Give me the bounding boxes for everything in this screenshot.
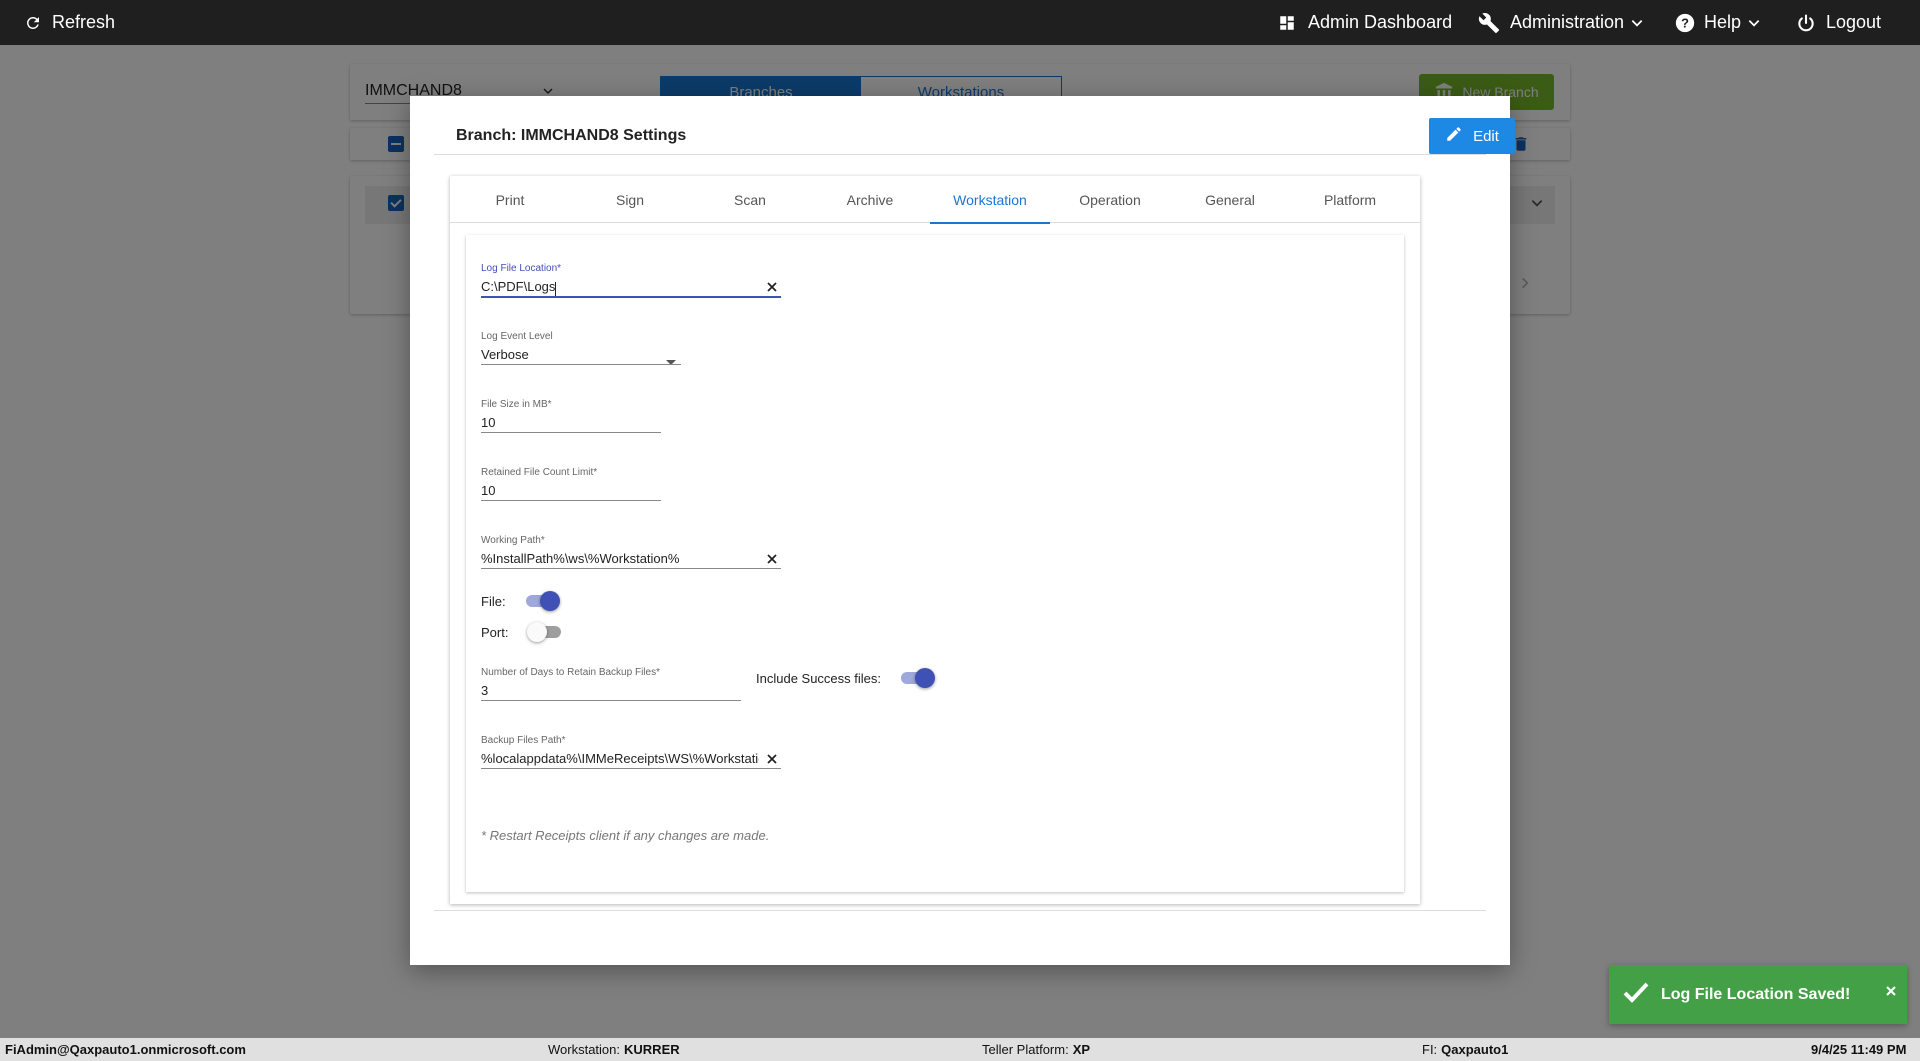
working-path-field: Working Path* %InstallPath%\ws\%Workstat… [481, 535, 781, 569]
close-icon[interactable] [1885, 984, 1897, 1002]
help-icon: ? [1674, 12, 1704, 34]
port-toggle-label: Port: [481, 624, 509, 640]
edit-label: Edit [1473, 127, 1499, 145]
refresh-button[interactable]: Refresh [24, 0, 115, 45]
tab-scan[interactable]: Scan [690, 176, 810, 223]
administration-label: Administration [1510, 12, 1625, 32]
tab-general[interactable]: General [1170, 176, 1290, 223]
status-workstation: Workstation: KURRER [548, 1042, 680, 1057]
help-label: Help [1704, 12, 1742, 32]
backup-files-path-input[interactable]: %localappdata%\IMMeReceipts\WS\%Workstat… [481, 750, 781, 769]
admin-dashboard-label: Admin Dashboard [1308, 12, 1453, 32]
tab-archive[interactable]: Archive [810, 176, 930, 223]
check-icon [1623, 981, 1649, 1008]
dialog-body: Print Sign Scan Archive Workstation Oper… [434, 166, 1486, 911]
include-success-toggle-row: Include Success files: [756, 668, 936, 688]
svg-text:?: ? [1681, 15, 1689, 30]
dialog-title: Branch: IMMCHAND8 Settings [456, 127, 687, 144]
include-success-toggle[interactable] [899, 668, 936, 688]
power-icon [1796, 13, 1826, 33]
workstation-settings-form: Log File Location* C:\PDF\Logs Log Event… [466, 235, 1404, 892]
toast-message: Log File Location Saved! [1661, 985, 1851, 1003]
dashboard-icon [1278, 14, 1308, 32]
branch-settings-dialog: Branch: IMMCHAND8 Settings Edit Print Si… [410, 96, 1515, 965]
dialog-header: Branch: IMMCHAND8 Settings Edit [434, 118, 1515, 155]
status-fi: FI: Qaxpauto1 [1422, 1042, 1509, 1057]
log-event-level-select[interactable]: Verbose [481, 346, 681, 365]
status-platform: Teller Platform: XP [982, 1042, 1091, 1057]
settings-tabs: Print Sign Scan Archive Workstation Oper… [450, 176, 1420, 224]
status-datetime: 9/4/25 11:49 PM [1811, 1042, 1907, 1057]
clear-icon[interactable] [766, 281, 778, 296]
logout-button[interactable]: Logout [1796, 0, 1881, 45]
caret-down-icon [666, 353, 676, 364]
retain-days-field: Number of Days to Retain Backup Files* 3 [481, 667, 741, 701]
file-size-field: File Size in MB* 10 [481, 399, 661, 433]
logout-label: Logout [1826, 12, 1882, 32]
top-navigation-bar: Refresh Admin Dashboard Administration ?… [0, 0, 1920, 45]
restart-note: * Restart Receipts client if any changes… [481, 828, 770, 843]
retained-file-count-input[interactable]: 10 [481, 482, 661, 501]
retained-file-count-field: Retained File Count Limit* 10 [481, 467, 661, 501]
retain-days-input[interactable]: 3 [481, 682, 741, 701]
port-toggle-row: Port: [481, 622, 563, 642]
backup-files-path-field: Backup Files Path* %localappdata%\IMMeRe… [481, 735, 781, 769]
port-toggle[interactable] [527, 622, 563, 642]
log-file-location-label: Log File Location* [481, 263, 562, 274]
retained-file-count-label: Retained File Count Limit* [481, 467, 598, 478]
backup-files-path-label: Backup Files Path* [481, 735, 566, 746]
clear-icon[interactable] [766, 753, 778, 768]
log-event-level-label: Log Event Level [481, 331, 553, 342]
refresh-icon [24, 14, 52, 32]
clear-icon[interactable] [766, 553, 778, 568]
working-path-label: Working Path* [481, 535, 545, 546]
admin-dashboard-link[interactable]: Admin Dashboard [1278, 0, 1452, 45]
pencil-icon [1445, 125, 1473, 147]
help-menu[interactable]: ? Help [1674, 0, 1761, 45]
success-toast: Log File Location Saved! [1609, 965, 1907, 1024]
retain-days-label: Number of Days to Retain Backup Files* [481, 667, 660, 678]
tab-print[interactable]: Print [450, 176, 570, 223]
status-user: FiAdmin@Qaxpauto1.onmicrosoft.com [5, 1042, 246, 1057]
log-file-location-field: Log File Location* C:\PDF\Logs [481, 263, 781, 298]
chevron-down-icon [1747, 16, 1761, 30]
log-event-level-field: Log Event Level Verbose [481, 331, 681, 365]
file-size-label: File Size in MB* [481, 399, 552, 410]
working-path-input[interactable]: %InstallPath%\ws\%Workstation% [481, 550, 781, 569]
tab-workstation[interactable]: Workstation [930, 176, 1050, 224]
tab-sign[interactable]: Sign [570, 176, 690, 223]
include-success-label: Include Success files: [756, 670, 882, 686]
administration-menu[interactable]: Administration [1478, 0, 1644, 45]
tab-operation[interactable]: Operation [1050, 176, 1170, 223]
edit-button[interactable]: Edit [1429, 118, 1515, 154]
settings-tabs-card: Print Sign Scan Archive Workstation Oper… [450, 176, 1420, 904]
refresh-label: Refresh [52, 12, 116, 32]
wrench-icon [1478, 12, 1510, 34]
log-file-location-input[interactable]: C:\PDF\Logs [481, 278, 781, 298]
file-toggle-label: File: [481, 593, 506, 609]
file-toggle-row: File: [481, 591, 560, 611]
chevron-down-icon [1630, 16, 1644, 30]
file-toggle[interactable] [524, 591, 560, 611]
tab-platform[interactable]: Platform [1290, 176, 1410, 223]
status-bar: FiAdmin@Qaxpauto1.onmicrosoft.com Workst… [0, 1038, 1920, 1061]
file-size-input[interactable]: 10 [481, 414, 661, 433]
